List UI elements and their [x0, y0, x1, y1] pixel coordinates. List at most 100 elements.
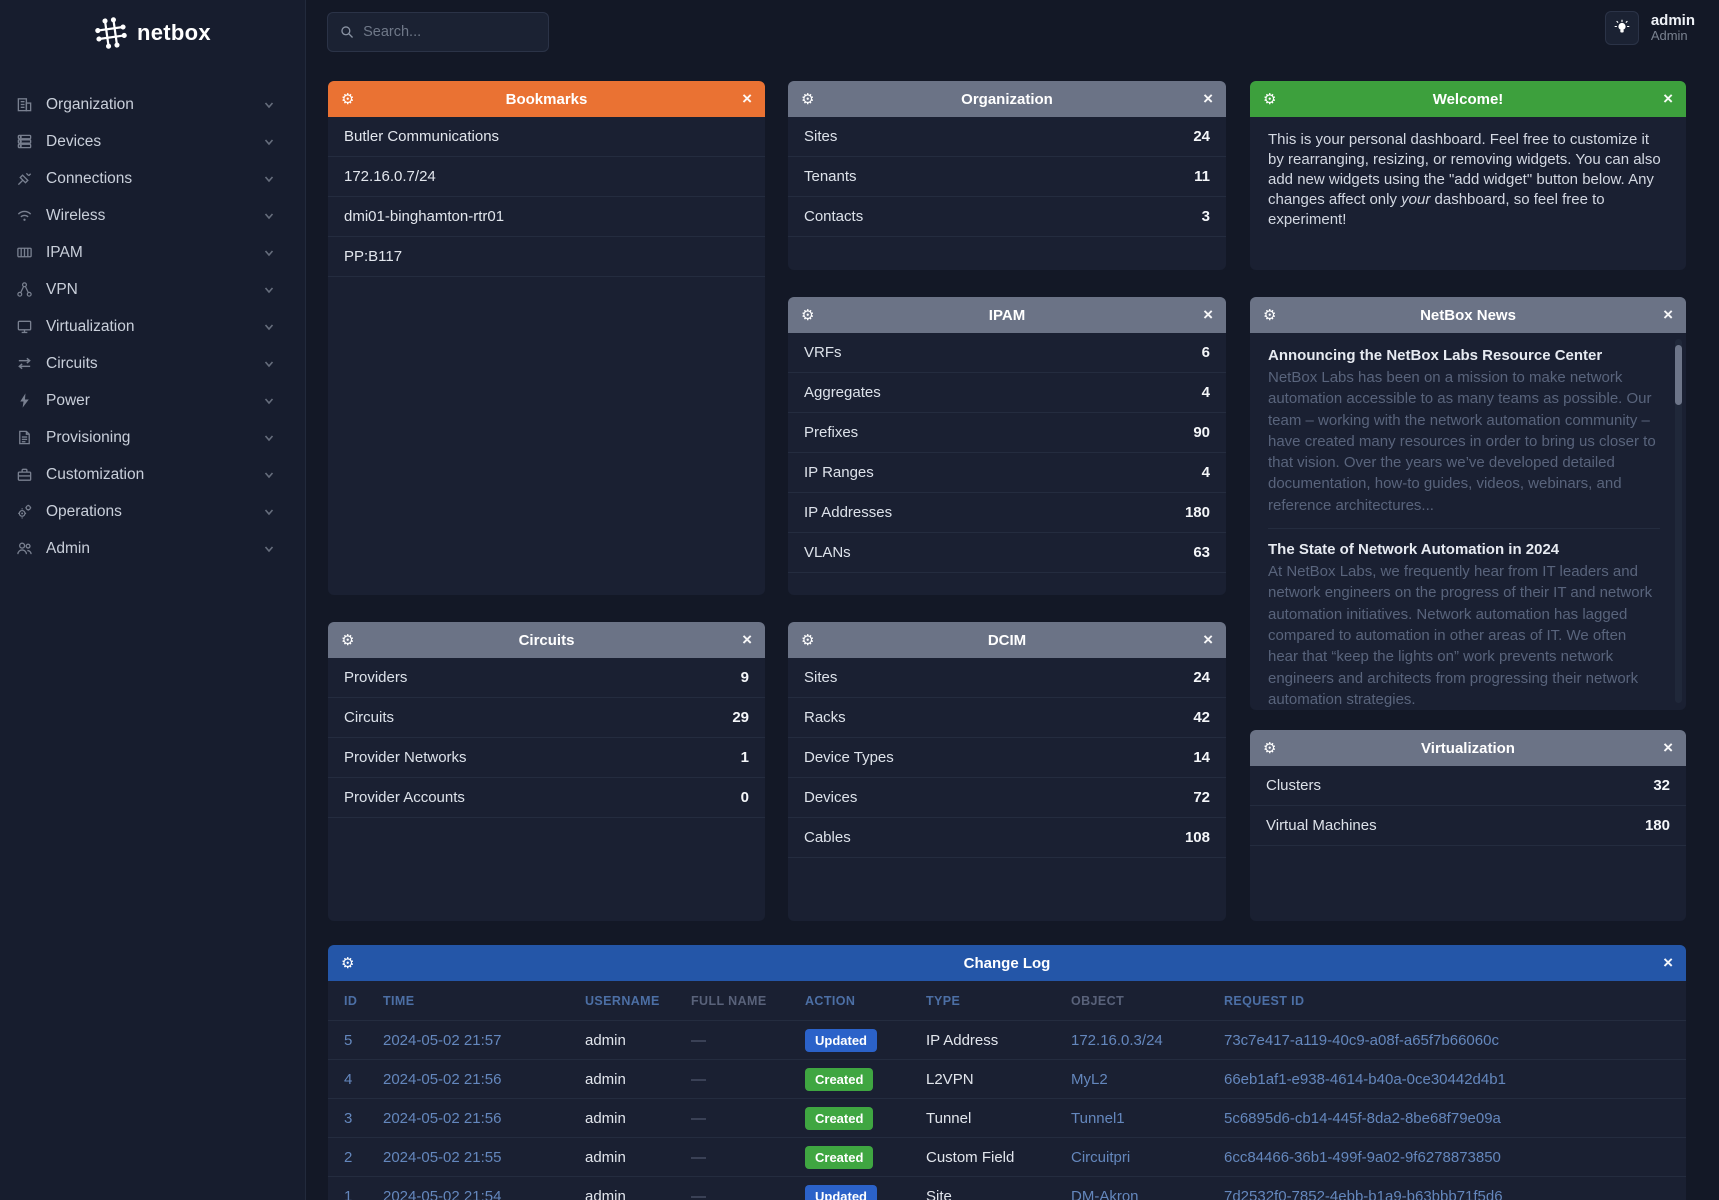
changelog-time-link[interactable]: 2024-05-02 21:54: [383, 1188, 585, 1200]
close-icon[interactable]: ×: [1663, 81, 1673, 117]
search-input[interactable]: [363, 24, 536, 40]
stat-label[interactable]: Device Types: [804, 749, 894, 766]
close-icon[interactable]: ×: [742, 622, 752, 658]
bookmark-link[interactable]: dmi01-binghamton-rtr01: [328, 197, 765, 237]
action-badge: Created: [805, 1146, 873, 1169]
close-icon[interactable]: ×: [1203, 622, 1213, 658]
close-icon[interactable]: ×: [742, 81, 752, 117]
netbox-logo[interactable]: netbox: [0, 0, 305, 60]
bookmark-link[interactable]: 172.16.0.7/24: [328, 157, 765, 197]
close-icon[interactable]: ×: [1203, 81, 1213, 117]
close-icon[interactable]: ×: [1663, 730, 1673, 766]
column-header-id[interactable]: ID: [344, 994, 383, 1008]
close-icon[interactable]: ×: [1663, 297, 1673, 333]
column-header-username[interactable]: USERNAME: [585, 994, 691, 1008]
stat-label[interactable]: Provider Networks: [344, 749, 467, 766]
changelog-id-link[interactable]: 3: [344, 1110, 383, 1127]
sidebar-item-operations[interactable]: Operations: [0, 493, 305, 530]
sidebar-item-organization[interactable]: Organization: [0, 86, 305, 123]
changelog-id-link[interactable]: 5: [344, 1032, 383, 1049]
changelog-id-link[interactable]: 2: [344, 1149, 383, 1166]
changelog-id-link[interactable]: 4: [344, 1071, 383, 1088]
stat-label[interactable]: Prefixes: [804, 424, 858, 441]
widget-config-icon[interactable]: ⚙: [801, 297, 814, 333]
changelog-id-link[interactable]: 1: [344, 1188, 383, 1200]
column-header-request-id[interactable]: REQUEST ID: [1224, 994, 1686, 1008]
stat-label[interactable]: IP Addresses: [804, 504, 892, 521]
stat-label[interactable]: Contacts: [804, 208, 863, 225]
widget-config-icon[interactable]: ⚙: [801, 81, 814, 117]
stat-label[interactable]: Providers: [344, 669, 407, 686]
sidebar-item-virtualization[interactable]: Virtualization: [0, 308, 305, 345]
changelog-request-id-link[interactable]: 5c6895d6-cb14-445f-8da2-8be68f79e09a: [1224, 1110, 1686, 1127]
close-icon[interactable]: ×: [1203, 297, 1213, 333]
news-article-title[interactable]: The State of Network Automation in 2024: [1268, 541, 1660, 558]
changelog-time-link[interactable]: 2024-05-02 21:56: [383, 1071, 585, 1088]
widget-config-icon[interactable]: ⚙: [341, 81, 354, 117]
stat-label[interactable]: Provider Accounts: [344, 789, 465, 806]
widget-config-icon[interactable]: ⚙: [341, 622, 354, 658]
theme-toggle-button[interactable]: [1605, 11, 1639, 45]
stat-label[interactable]: Sites: [804, 128, 837, 145]
user-menu[interactable]: admin Admin: [1651, 12, 1695, 44]
sidebar-item-wireless[interactable]: Wireless: [0, 197, 305, 234]
stat-label[interactable]: Racks: [804, 709, 846, 726]
changelog-object-link[interactable]: 172.16.0.3/24: [1071, 1032, 1224, 1049]
widget-config-icon[interactable]: ⚙: [341, 945, 354, 981]
chevron-down-icon: [263, 469, 275, 481]
stat-label[interactable]: Devices: [804, 789, 857, 806]
column-header-action[interactable]: ACTION: [805, 994, 926, 1008]
changelog-request-id-link[interactable]: 7d2532f0-7852-4ebb-b1a9-b63bbb71f5d6: [1224, 1188, 1686, 1200]
widget-config-icon[interactable]: ⚙: [1263, 81, 1276, 117]
changelog-time-link[interactable]: 2024-05-02 21:55: [383, 1149, 585, 1166]
sidebar-item-label: Customization: [46, 466, 263, 484]
news-scrollbar-thumb[interactable]: [1675, 345, 1682, 405]
changelog-time-link[interactable]: 2024-05-02 21:57: [383, 1032, 585, 1049]
chevron-down-icon: [263, 173, 275, 185]
changelog-object-link[interactable]: DM-Akron: [1071, 1188, 1224, 1200]
stat-label[interactable]: Virtual Machines: [1266, 817, 1377, 834]
stat-label[interactable]: Circuits: [344, 709, 394, 726]
stat-label[interactable]: Clusters: [1266, 777, 1321, 794]
virtualization-stats: Clusters 32 Virtual Machines 180: [1250, 766, 1686, 846]
stat-value: 1: [741, 749, 749, 766]
widget-config-icon[interactable]: ⚙: [801, 622, 814, 658]
close-icon[interactable]: ×: [1663, 945, 1673, 981]
changelog-request-id-link[interactable]: 66eb1af1-e938-4614-b40a-0ce30442d4b1: [1224, 1071, 1686, 1088]
changelog-request-id-link[interactable]: 73c7e417-a119-40c9-a08f-a65f7b66060c: [1224, 1032, 1686, 1049]
sidebar-item-power[interactable]: Power: [0, 382, 305, 419]
sidebar-item-admin[interactable]: Admin: [0, 530, 305, 567]
stat-label[interactable]: Cables: [804, 829, 851, 846]
sidebar-item-vpn[interactable]: VPN: [0, 271, 305, 308]
stat-label[interactable]: IP Ranges: [804, 464, 874, 481]
changelog-time-link[interactable]: 2024-05-02 21:56: [383, 1110, 585, 1127]
changelog-object-link[interactable]: MyL2: [1071, 1071, 1224, 1088]
sidebar-item-provisioning[interactable]: Provisioning: [0, 419, 305, 456]
sidebar-item-customization[interactable]: Customization: [0, 456, 305, 493]
changelog-type: Custom Field: [926, 1149, 1071, 1166]
stat-label[interactable]: VRFs: [804, 344, 842, 361]
circuits-stats: Providers 9 Circuits 29 Provider Network…: [328, 658, 765, 818]
changelog-type: IP Address: [926, 1032, 1071, 1049]
widget-config-icon[interactable]: ⚙: [1263, 297, 1276, 333]
bookmark-link[interactable]: PP:B117: [328, 237, 765, 277]
sidebar-item-devices[interactable]: Devices: [0, 123, 305, 160]
widget-title: DCIM: [988, 632, 1026, 649]
sidebar-item-circuits[interactable]: Circuits: [0, 345, 305, 382]
stat-label[interactable]: VLANs: [804, 544, 851, 561]
changelog-object-link[interactable]: Tunnel1: [1071, 1110, 1224, 1127]
column-header-type[interactable]: TYPE: [926, 994, 1071, 1008]
changelog-request-id-link[interactable]: 6cc84466-36b1-499f-9a02-9f6278873850: [1224, 1149, 1686, 1166]
stat-label[interactable]: Tenants: [804, 168, 857, 185]
sidebar-item-connections[interactable]: Connections: [0, 160, 305, 197]
wifi-icon: [16, 207, 33, 224]
changelog-object-link[interactable]: Circuitpri: [1071, 1149, 1224, 1166]
column-header-time[interactable]: TIME: [383, 994, 585, 1008]
bookmark-link[interactable]: Butler Communications: [328, 117, 765, 157]
widget-config-icon[interactable]: ⚙: [1263, 730, 1276, 766]
news-article-title[interactable]: Announcing the NetBox Labs Resource Cent…: [1268, 347, 1660, 364]
sidebar-item-ipam[interactable]: IPAM: [0, 234, 305, 271]
widget-title: IPAM: [989, 307, 1025, 324]
stat-label[interactable]: Sites: [804, 669, 837, 686]
stat-label[interactable]: Aggregates: [804, 384, 881, 401]
